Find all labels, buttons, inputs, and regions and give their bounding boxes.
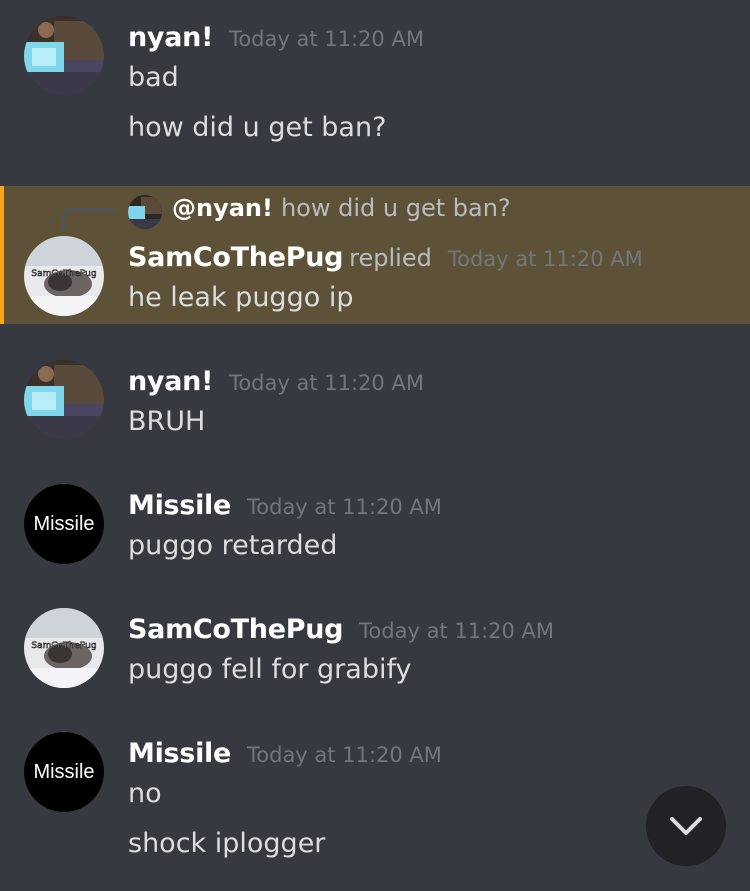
mention-accent-bar <box>0 186 4 324</box>
avatar-samcothepug[interactable]: SamCoThePug <box>24 236 104 316</box>
timestamp: Today at 11:20 AM <box>229 371 424 395</box>
chat-message-list: nyan! Today at 11:20 AM bad how did u get… <box>0 0 750 891</box>
timestamp: Today at 11:20 AM <box>247 495 442 519</box>
reply-connector <box>62 208 118 232</box>
username[interactable]: nyan! <box>128 22 213 53</box>
username[interactable]: nyan! <box>128 366 213 397</box>
message-text: he leak puggo ip <box>128 282 354 313</box>
username[interactable]: SamCoThePug <box>128 614 343 645</box>
avatar-text: Missile <box>33 512 95 535</box>
avatar-text: Missile <box>33 760 95 783</box>
timestamp: Today at 11:20 AM <box>247 743 442 767</box>
replied-label: replied <box>349 244 432 272</box>
timestamp: Today at 11:20 AM <box>229 27 424 51</box>
reply-text: how did u get ban? <box>280 194 511 222</box>
message-text: no <box>128 778 162 809</box>
username[interactable]: Missile <box>128 738 231 769</box>
username[interactable]: Missile <box>128 490 231 521</box>
message-text: bad <box>128 62 179 93</box>
avatar-caption: SamCoThePug <box>31 641 96 651</box>
message-text: BRUH <box>128 406 206 437</box>
reply-avatar-nyan <box>128 195 162 229</box>
timestamp: Today at 11:20 AM <box>359 619 555 643</box>
reply-mention[interactable]: @nyan! <box>172 194 273 222</box>
jump-to-present-button[interactable] <box>646 786 726 866</box>
username[interactable]: SamCoThePug <box>128 242 343 273</box>
message-text: shock iplogger <box>128 828 326 859</box>
avatar-caption: SamCoThePug <box>31 269 96 279</box>
avatar-nyan[interactable] <box>24 360 104 440</box>
chevron-down-icon <box>670 817 702 835</box>
timestamp: Today at 11:20 AM <box>447 247 643 271</box>
message-text: puggo fell for grabify <box>128 654 412 685</box>
reply-preview[interactable]: @nyan! how did u get ban? <box>172 194 511 222</box>
message-text: puggo retarded <box>128 530 338 561</box>
message-text: how did u get ban? <box>128 112 387 143</box>
avatar-missile[interactable]: Missile <box>24 484 104 564</box>
avatar-nyan[interactable] <box>24 16 104 96</box>
avatar-missile[interactable]: Missile <box>24 732 104 812</box>
avatar-samcothepug[interactable]: SamCoThePug <box>24 608 104 688</box>
